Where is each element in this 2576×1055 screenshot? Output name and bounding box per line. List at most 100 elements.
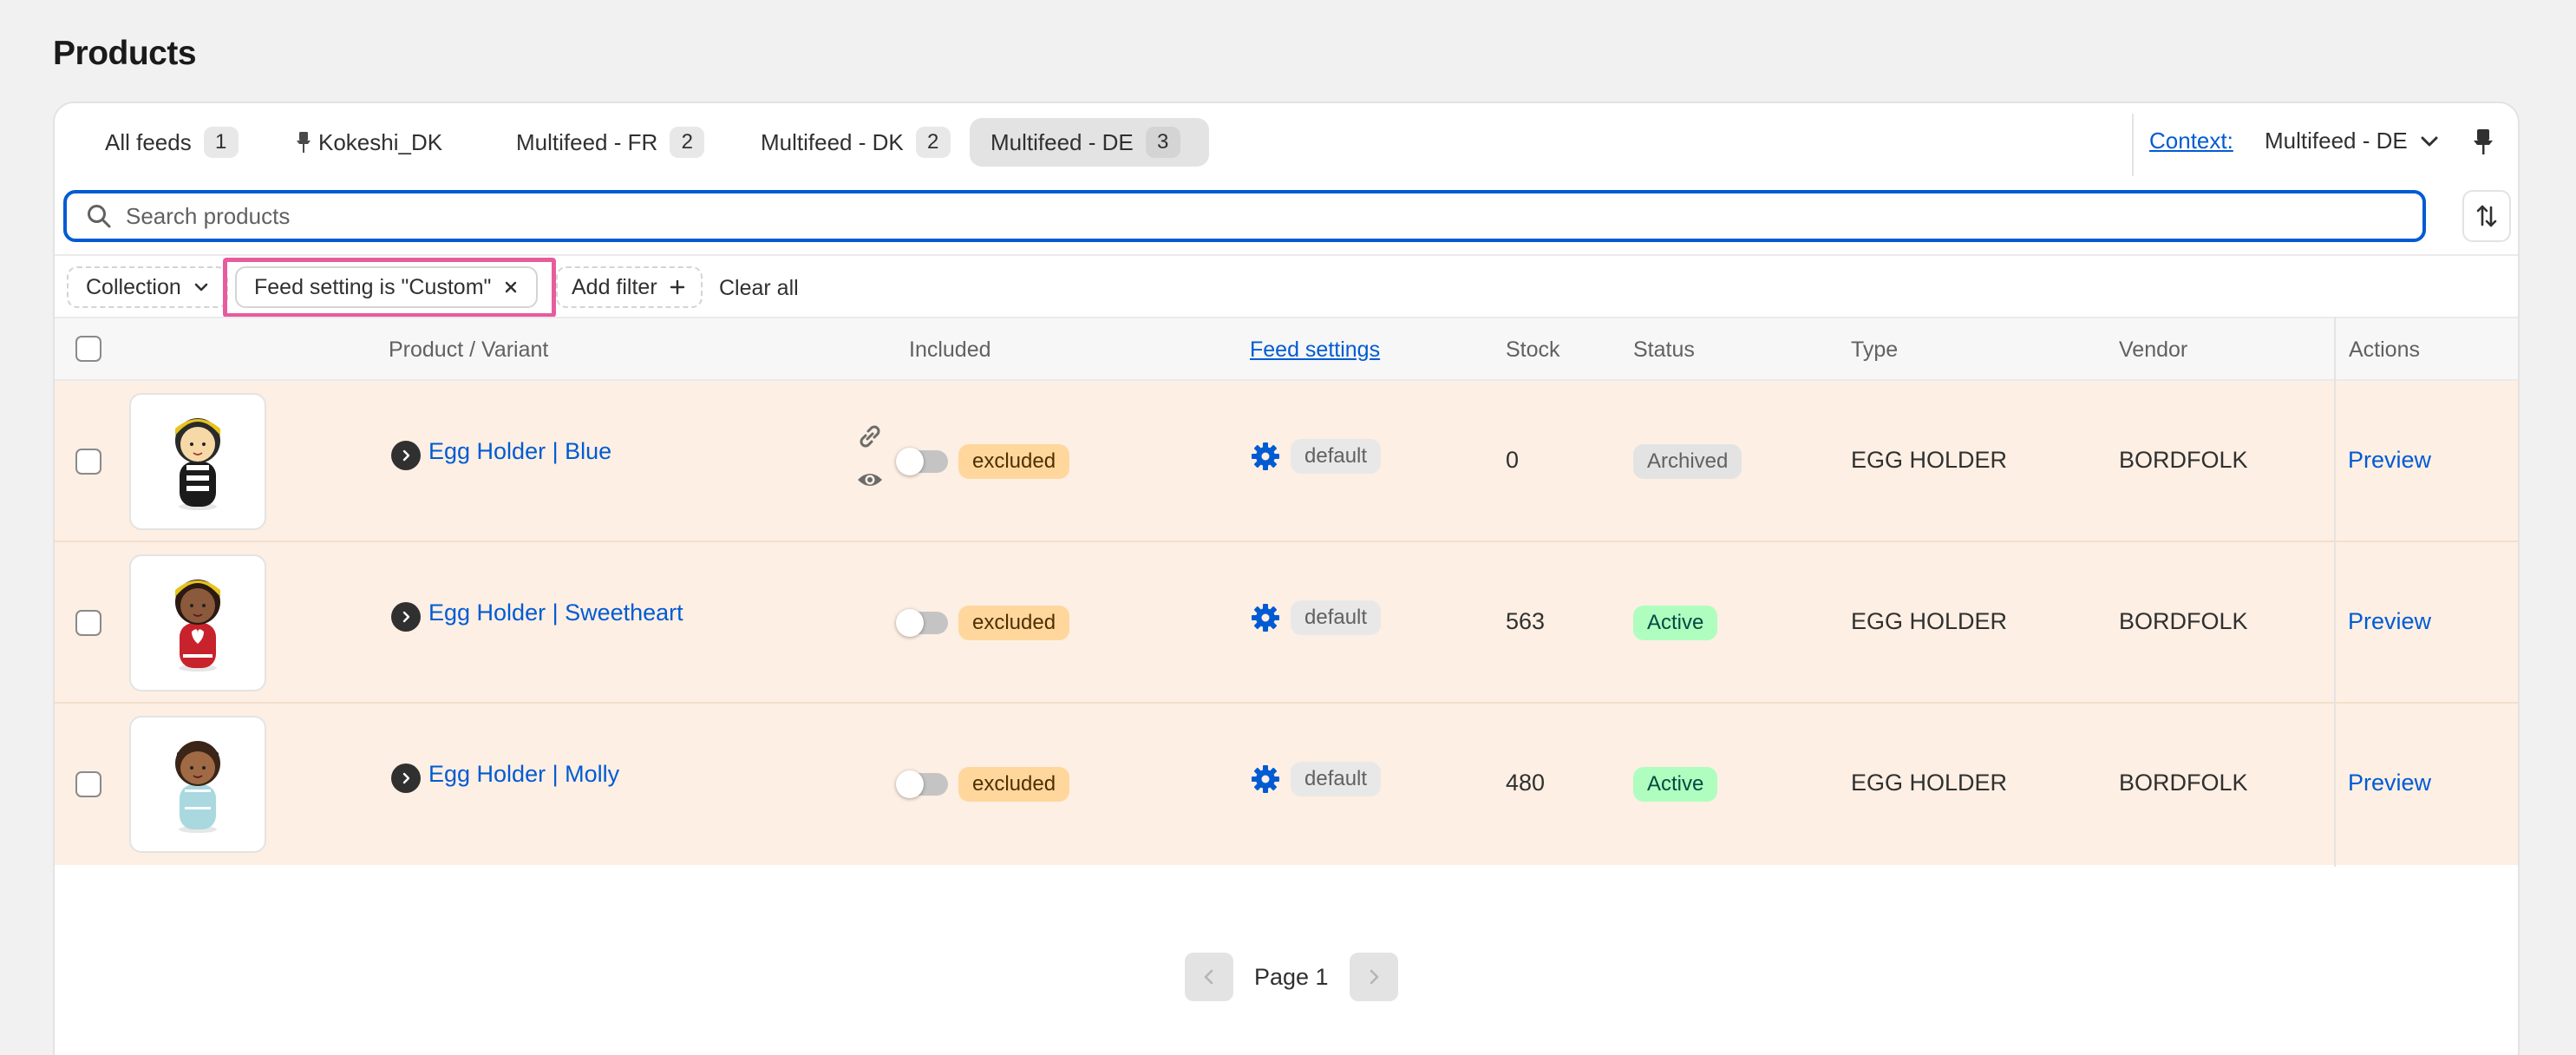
table-header: Product / Variant Included Feed settings… [55,317,2518,381]
feed-tabs: All feeds 1 Kokeshi_DK Multifeed - FR 2 … [55,103,2518,183]
included-toggle[interactable] [896,609,948,637]
pin-button[interactable] [2464,122,2502,161]
eye-icon[interactable] [854,464,886,495]
chevron-down-icon [194,283,208,292]
tab-count: 2 [670,127,705,158]
product-link[interactable]: Egg Holder | Blue [428,438,611,465]
product-image [175,580,220,672]
link-icon[interactable] [854,421,886,452]
row-checkbox[interactable] [75,449,101,475]
plus-icon [670,279,684,295]
select-all-checkbox[interactable] [75,336,101,362]
type-value: EGG HOLDER [1851,770,2008,796]
product-thumbnail[interactable] [129,716,266,853]
column-header-feed-settings[interactable]: Feed settings [1250,337,1380,363]
search-input[interactable] [126,202,2294,230]
chevron-left-icon [1204,969,1213,985]
vendor-value: BORDFOLK [2119,608,2248,634]
included-toggle[interactable] [896,448,948,475]
preview-link[interactable]: Preview [2348,447,2431,474]
applied-filter-feed-setting[interactable]: Feed setting is "Custom" [235,266,539,308]
collection-filter[interactable]: Collection [67,266,228,308]
column-header-stock[interactable]: Stock [1506,337,1560,363]
product-thumbnail[interactable] [129,393,266,530]
stock-value: 563 [1506,608,1546,634]
table-row[interactable]: Egg Holder | Blue excluded default 0 Arc… [55,381,2518,542]
table-row[interactable]: Egg Holder | Molly excluded default 480 … [55,704,2518,865]
add-filter-button[interactable]: Add filter [556,266,703,308]
table-row[interactable]: Egg Holder | Sweetheart excluded default… [55,542,2518,704]
toggle-knob [896,448,924,475]
product-image [175,418,220,510]
column-header-product[interactable]: Product / Variant [389,337,548,363]
column-header-status[interactable]: Status [1633,337,1695,363]
page-indicator: Page 1 [1254,963,1329,990]
divider [55,254,2518,256]
add-filter-label: Add filter [572,274,657,299]
column-header-actions: Actions [2349,337,2420,362]
tab-kokeshi-dk[interactable]: Kokeshi_DK [275,118,463,167]
product-thumbnail[interactable] [129,554,266,691]
filter-label: Feed setting is "Custom" [254,274,492,299]
tab-multifeed-de[interactable]: Multifeed - DE 3 [970,118,1209,167]
tab-count: 2 [915,127,951,158]
context-link[interactable]: Context: [2149,128,2233,154]
pin-icon [2474,129,2493,154]
tab-multifeed-dk[interactable]: Multifeed - DK 2 [740,118,971,167]
column-header-included[interactable]: Included [909,337,991,363]
product-link[interactable]: Egg Holder | Molly [428,761,619,788]
included-badge: excluded [958,767,1070,802]
divider [2132,114,2134,176]
chevron-right-icon [402,611,410,623]
status-badge: Active [1633,606,1718,640]
expand-variants-button[interactable] [391,441,421,470]
row-checkbox[interactable] [75,771,101,797]
pagination: Page 1 [1185,953,1398,1001]
sort-icon [2476,205,2497,227]
search-bar [63,190,2426,242]
close-icon[interactable] [503,279,519,295]
sort-button[interactable] [2462,190,2511,242]
products-card: All feeds 1 Kokeshi_DK Multifeed - FR 2 … [53,102,2520,1055]
row-checkbox[interactable] [75,610,101,636]
page-title: Products [53,35,197,72]
gear-icon[interactable] [1250,763,1281,795]
preview-link[interactable]: Preview [2348,608,2431,635]
clear-all-button[interactable]: Clear all [719,276,799,301]
status-badge: Archived [1633,444,1742,479]
gear-icon[interactable] [1250,602,1281,633]
expand-variants-button[interactable] [391,763,421,793]
search-icon [88,205,111,228]
next-page-button[interactable] [1349,953,1398,1001]
vendor-value: BORDFOLK [2119,770,2248,796]
feed-setting-badge: default [1291,762,1382,796]
context-select[interactable]: Multifeed - DE [2265,128,2439,154]
stock-value: 480 [1506,770,1546,796]
included-badge: excluded [958,444,1070,479]
filter-label: Collection [86,274,181,299]
page-scrollbar[interactable] [2559,0,2576,1055]
column-header-vendor[interactable]: Vendor [2119,337,2187,363]
gear-icon[interactable] [1250,441,1281,472]
column-header-type[interactable]: Type [1851,337,1898,363]
feed-setting-badge: default [1291,600,1382,635]
included-toggle[interactable] [896,770,948,798]
actions-column-divider [2334,317,2336,867]
tab-label: Multifeed - DE [991,128,1134,155]
toggle-knob [896,770,924,798]
previous-page-button[interactable] [1185,953,1233,1001]
tab-label: All feeds [105,128,192,155]
included-badge: excluded [958,606,1070,640]
preview-link[interactable]: Preview [2348,770,2431,796]
type-value: EGG HOLDER [1851,608,2008,634]
status-badge: Active [1633,767,1718,802]
tab-count: 3 [1145,127,1180,158]
feed-setting-badge: default [1291,439,1382,474]
tab-multifeed-fr[interactable]: Multifeed - FR 2 [495,118,725,167]
expand-variants-button[interactable] [391,602,421,632]
product-link[interactable]: Egg Holder | Sweetheart [428,600,683,626]
chevron-right-icon [1370,969,1378,985]
stock-value: 0 [1506,447,1520,473]
chevron-right-icon [402,772,410,784]
tab-all-feeds[interactable]: All feeds 1 [84,118,259,167]
